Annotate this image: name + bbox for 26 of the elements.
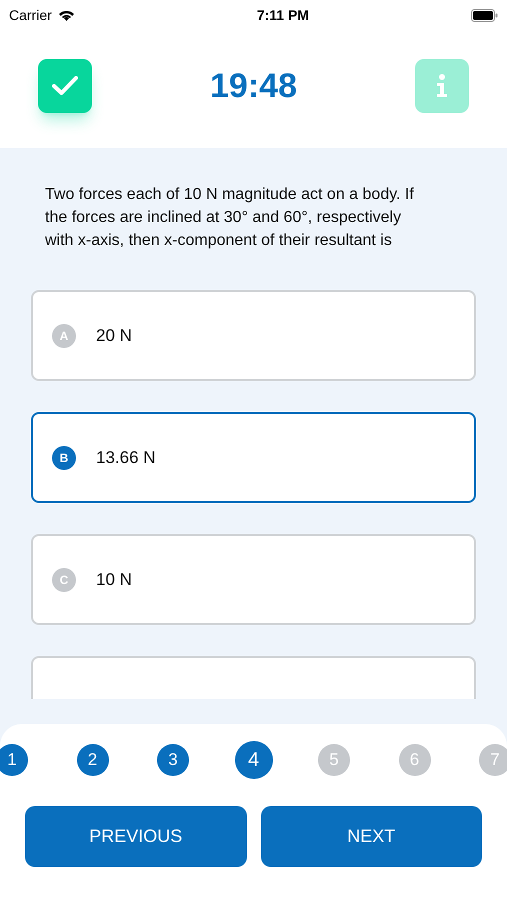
option-text: 13.66 N	[96, 446, 156, 469]
question-number-button[interactable]: 1	[0, 744, 28, 776]
question-text: Two forces each of 10 N magnitude act on a body. If the forces are inclined at 30° and 60°, respectively with x-axis, then x-component of their resultant is	[45, 185, 415, 251]
answer-option[interactable]	[31, 656, 476, 699]
question-number-button[interactable]: 3	[157, 744, 189, 776]
carrier-label: Carrier	[9, 6, 52, 24]
previous-button[interactable]: PREVIOUS	[25, 806, 246, 867]
answer-option[interactable]: B 13.66 N	[31, 412, 476, 503]
checkmark-icon	[52, 76, 78, 96]
submit-button[interactable]	[38, 59, 92, 113]
option-text: 10 N	[96, 568, 132, 591]
question-number-button[interactable]: 2	[76, 744, 108, 776]
timer: 19:48	[210, 66, 297, 106]
option-text: 20 N	[96, 324, 132, 347]
option-letter-badge: B	[52, 446, 76, 470]
battery-icon	[470, 8, 498, 22]
clock-time: 7:11 PM	[256, 6, 309, 24]
answer-option[interactable]: A 20 N	[31, 290, 476, 381]
info-button[interactable]	[415, 59, 469, 113]
next-button[interactable]: NEXT	[260, 806, 482, 867]
option-letter-badge: C	[52, 568, 76, 592]
answer-option[interactable]: C 10 N	[31, 534, 476, 625]
option-letter-badge: A	[52, 324, 76, 348]
info-icon	[436, 74, 448, 98]
wifi-icon	[58, 9, 75, 21]
question-number-button[interactable]: 4	[234, 741, 272, 779]
